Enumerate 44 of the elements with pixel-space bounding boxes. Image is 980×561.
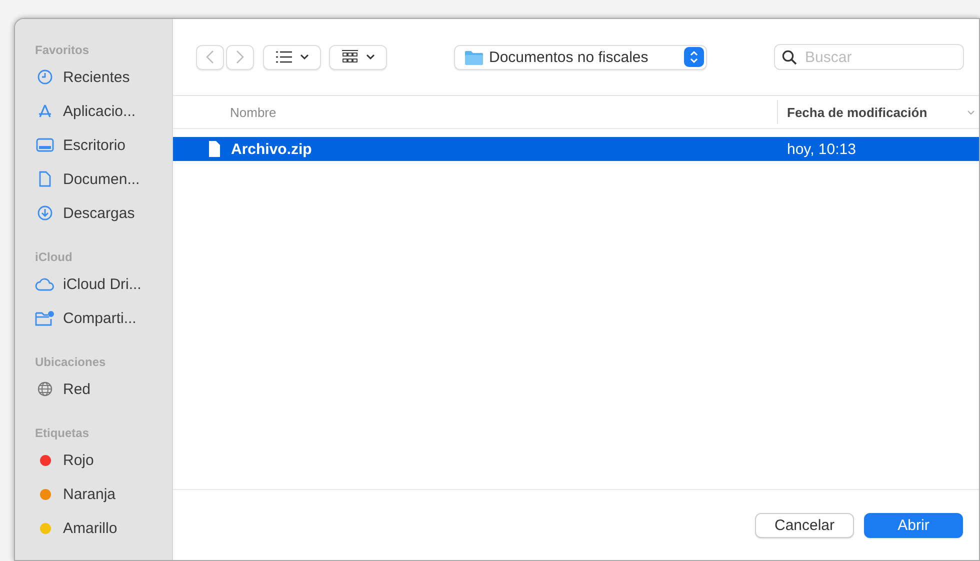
- section-heading: Etiquetas: [35, 426, 90, 442]
- sidebar-item[interactable]: Red: [35, 372, 172, 406]
- sidebar-item[interactable]: Aplicacio...: [35, 94, 172, 128]
- location-popup[interactable]: Documentos no fiscales: [454, 44, 707, 70]
- list-view-button[interactable]: [263, 44, 321, 70]
- grid-icon: [342, 50, 358, 64]
- file-icon: [208, 141, 220, 157]
- section-heading: Ubicaciones: [35, 355, 107, 371]
- sidebar-item[interactable]: Documen...: [35, 162, 172, 196]
- file-row[interactable]: Archivo.zip hoy, 10:13: [173, 137, 979, 161]
- list-icon: [276, 51, 292, 63]
- modified-date: hoy, 10:13: [786, 140, 856, 158]
- chevron-down-icon: [967, 110, 976, 114]
- open-button[interactable]: Abrir: [864, 512, 963, 538]
- stepper-icon: [684, 47, 704, 67]
- chevron-left-icon: [206, 50, 214, 64]
- apps-icon: [37, 103, 53, 119]
- sidebar-item[interactable]: Comparti...: [35, 301, 172, 335]
- chevron-down-icon: [300, 54, 308, 60]
- file-name: Archivo.zip: [231, 140, 312, 158]
- sidebar-item[interactable]: Naranja: [35, 477, 172, 511]
- column-header[interactable]: Fecha de modificación: [787, 104, 928, 120]
- sidebar-item[interactable]: Rojo: [35, 443, 172, 477]
- folder-icon: [465, 50, 483, 64]
- grid-view-button[interactable]: [329, 44, 387, 70]
- shared-folder-icon: [35, 310, 55, 326]
- chevron-down-icon: [366, 54, 374, 60]
- sidebar-item[interactable]: iCloud Dri...: [35, 267, 172, 301]
- column-header[interactable]: Nombre: [173, 104, 777, 120]
- sidebar-item[interactable]: Recientes: [35, 60, 172, 94]
- cloud-icon: [35, 277, 55, 291]
- search-field[interactable]: Buscar: [774, 44, 964, 70]
- sidebar-item[interactable]: Descargas: [35, 196, 172, 230]
- desktop-icon: [36, 138, 54, 152]
- sidebar-item[interactable]: Amarillo: [35, 511, 172, 545]
- download-icon: [37, 205, 53, 221]
- globe-icon: [37, 381, 53, 397]
- clock-icon: [37, 69, 53, 85]
- chevron-right-icon: [236, 50, 244, 64]
- sidebar-item[interactable]: Escritorio: [35, 128, 172, 162]
- cancel-button[interactable]: Cancelar: [755, 512, 854, 538]
- section-heading: iCloud: [35, 250, 74, 266]
- section-heading: Favoritos: [35, 43, 90, 59]
- document-icon: [38, 171, 52, 187]
